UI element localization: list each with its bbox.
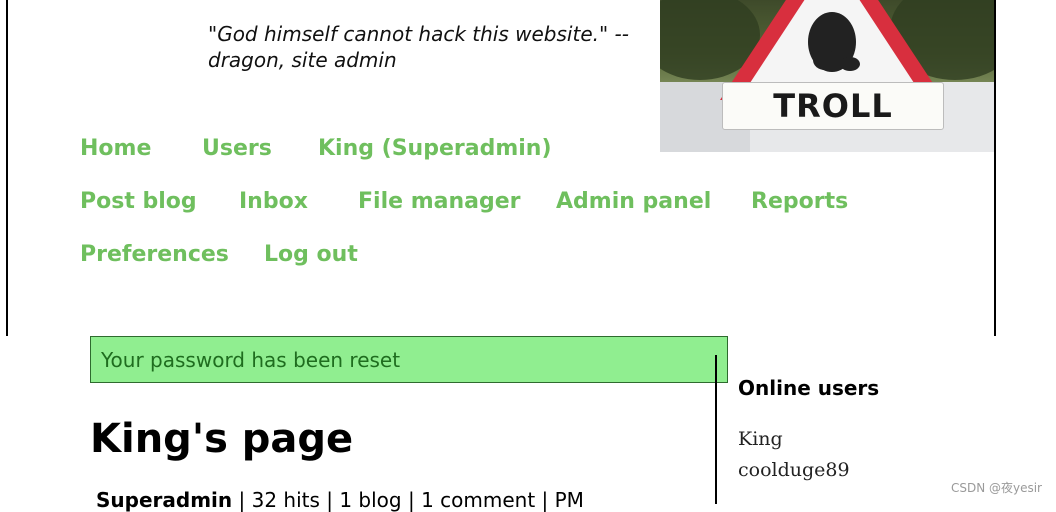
online-users-heading: Online users xyxy=(738,376,880,400)
nav-inbox-link[interactable]: Inbox xyxy=(239,189,308,214)
nav-admin-panel-link[interactable]: Admin panel xyxy=(556,189,711,214)
nav-reports-link[interactable]: Reports xyxy=(751,189,848,214)
page-title: King's page xyxy=(90,416,354,462)
user-stats: Superadmin | 32 hits | 1 blog | 1 commen… xyxy=(96,488,584,512)
nav-logout-link[interactable]: Log out xyxy=(264,242,358,267)
site-quote: "God himself cannot hack this website." … xyxy=(208,22,629,72)
online-user-link[interactable]: King xyxy=(738,428,783,450)
column-divider xyxy=(715,355,717,504)
password-reset-alert: Your password has been reset xyxy=(90,336,728,383)
troll-sign-text: TROLL xyxy=(722,82,944,130)
nav-users-link[interactable]: Users xyxy=(202,136,272,161)
nav-preferences-link[interactable]: Preferences xyxy=(80,242,229,267)
nav-home-link[interactable]: Home xyxy=(80,136,151,161)
user-role: Superadmin xyxy=(96,488,233,512)
online-user-link[interactable]: coolduge89 xyxy=(738,459,850,481)
nav-file-manager-link[interactable]: File manager xyxy=(358,189,521,214)
csdn-watermark: CSDN @夜yesir xyxy=(950,481,1042,495)
troll-sign-image: TROLL xyxy=(660,0,994,152)
page-frame-right xyxy=(994,0,996,336)
user-stats-text: | 32 hits | 1 blog | 1 comment | PM xyxy=(232,488,584,512)
nav-king-link[interactable]: King (Superadmin) xyxy=(318,136,552,161)
page-frame-left xyxy=(6,0,8,336)
nav-post-blog-link[interactable]: Post blog xyxy=(80,189,197,214)
